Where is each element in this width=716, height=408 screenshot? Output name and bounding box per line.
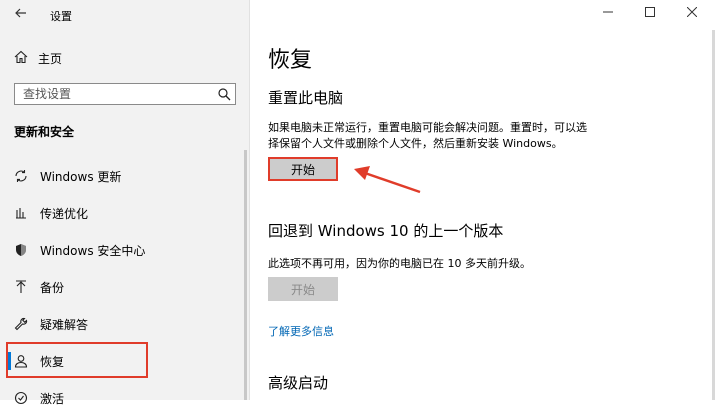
rollback-start-button[interactable]: 开始 [268, 277, 338, 301]
annotation-arrow [354, 166, 421, 194]
advanced-startup-heading: 高级启动 [268, 374, 329, 392]
rollback-heading: 回退到 Windows 10 的上一个版本 [268, 222, 504, 240]
learn-more-link[interactable]: 了解更多信息 [268, 323, 334, 339]
rollback-description: 此选项不再可用，因为你的电脑已在 10 多天前升级。 [268, 257, 531, 270]
main-scrollbar[interactable] [712, 30, 715, 400]
